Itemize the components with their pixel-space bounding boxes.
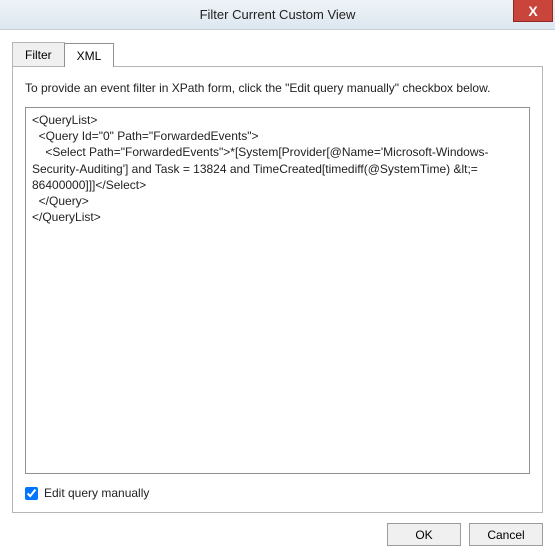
instruction-text: To provide an event filter in XPath form… [25, 81, 530, 95]
query-textarea[interactable] [25, 107, 530, 474]
titlebar: Filter Current Custom View X [0, 0, 555, 30]
dialog-body: Filter XML To provide an event filter in… [0, 30, 555, 556]
button-row: OK Cancel [12, 513, 543, 546]
close-button[interactable]: X [513, 0, 553, 22]
tabs-row: Filter XML [12, 42, 543, 66]
edit-manually-row: Edit query manually [25, 486, 530, 500]
tab-filter[interactable]: Filter [12, 42, 65, 66]
ok-button[interactable]: OK [387, 523, 461, 546]
dialog-title: Filter Current Custom View [0, 7, 555, 22]
edit-manually-checkbox[interactable] [25, 487, 38, 500]
close-icon: X [528, 3, 537, 19]
tab-panel-xml: To provide an event filter in XPath form… [12, 66, 543, 513]
cancel-button[interactable]: Cancel [469, 523, 543, 546]
tab-xml[interactable]: XML [64, 43, 115, 67]
edit-manually-label[interactable]: Edit query manually [44, 486, 149, 500]
